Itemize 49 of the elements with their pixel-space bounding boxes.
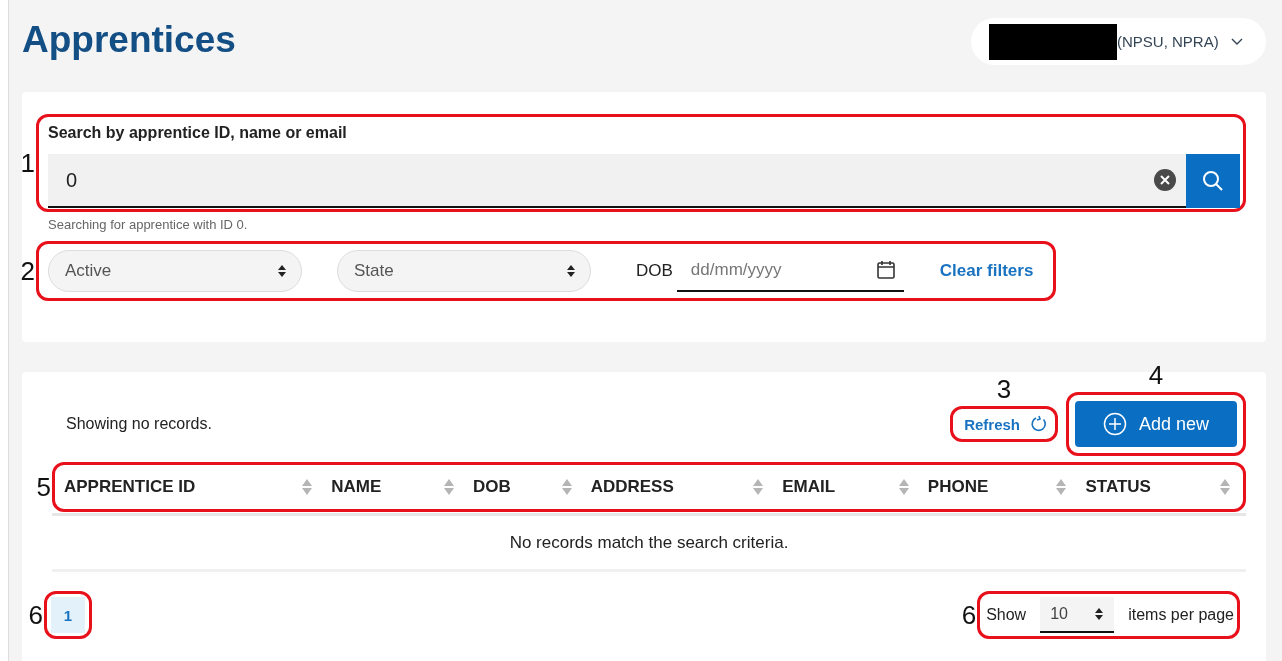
select-arrows-icon xyxy=(566,264,576,278)
annotation-number: 5 xyxy=(36,473,51,501)
search-field[interactable]: 0 xyxy=(48,154,1186,208)
column-header[interactable]: DOB xyxy=(472,477,511,497)
filter-select[interactable]: State xyxy=(337,250,591,292)
annotation-number: 3 xyxy=(996,375,1012,403)
column-header[interactable]: NAME xyxy=(331,477,382,497)
column-header[interactable]: PHONE xyxy=(927,477,989,497)
account-menu[interactable]: (NPSU, NPRA) xyxy=(971,18,1266,65)
sort-icon[interactable] xyxy=(897,478,910,496)
column-header[interactable]: ADDRESS xyxy=(590,477,674,497)
refresh-icon xyxy=(1030,415,1048,433)
page-size-select[interactable]: 10 xyxy=(1040,597,1115,633)
plus-circle-icon xyxy=(1102,412,1127,436)
search-button[interactable] xyxy=(1186,154,1240,208)
annotation-number: 1 xyxy=(20,149,35,177)
column-header[interactable]: STATUS xyxy=(1085,477,1151,497)
select-arrows-icon xyxy=(1094,607,1105,621)
sort-icon[interactable] xyxy=(1055,478,1068,496)
page-button[interactable]: 1 xyxy=(51,597,85,633)
page-title: Apprentices xyxy=(22,18,236,62)
annotation-number: 6 xyxy=(28,601,43,629)
empty-message: No records match the search criteria. xyxy=(509,532,789,553)
date-field[interactable]: dd/mm/yyyy xyxy=(676,250,904,292)
results-summary: Showing no records. xyxy=(66,415,213,433)
search-icon xyxy=(1201,169,1225,193)
filter-select[interactable]: Active xyxy=(48,250,302,292)
chevron-down-icon xyxy=(1230,37,1243,46)
calendar-icon[interactable] xyxy=(875,260,896,280)
sort-icon[interactable] xyxy=(301,478,314,496)
search-helper-text: Searching for apprentice with ID 0. xyxy=(48,217,249,234)
column-header[interactable]: EMAIL xyxy=(782,477,836,497)
annotation-number: 6 xyxy=(961,601,977,629)
clear-icon[interactable] xyxy=(1154,169,1176,191)
search-label: Search by apprentice ID, name or email xyxy=(48,123,348,143)
annotation-number: 4 xyxy=(1148,361,1164,389)
sort-icon[interactable] xyxy=(560,478,573,496)
items-per-page-label: items per page xyxy=(1128,606,1234,624)
select-arrows-icon xyxy=(277,264,287,278)
add-new-button[interactable]: Add new xyxy=(1075,401,1237,447)
annotation-number: 2 xyxy=(20,257,35,285)
show-label: Show xyxy=(986,606,1027,624)
sort-icon[interactable] xyxy=(442,478,455,496)
sort-icon[interactable] xyxy=(752,478,765,496)
sort-icon[interactable] xyxy=(1219,478,1232,496)
dob-label: DOB xyxy=(636,261,673,281)
refresh-button[interactable]: Refresh xyxy=(956,415,1052,433)
clear-filters-link[interactable]: Clear filters xyxy=(939,261,1034,281)
column-header[interactable]: APPRENTICE ID xyxy=(64,477,196,497)
